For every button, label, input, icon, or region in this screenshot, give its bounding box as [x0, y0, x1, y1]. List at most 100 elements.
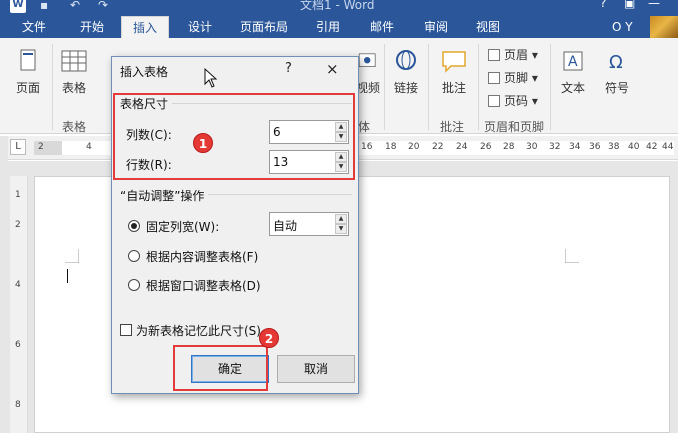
- ruler-tick: 2: [38, 142, 44, 152]
- autofit-content-label: 根据内容调整表格(F): [146, 250, 259, 264]
- ruler-tick: 26: [480, 142, 492, 152]
- fixed-width-radio[interactable]: [128, 220, 140, 232]
- text-label: 文本: [560, 81, 585, 95]
- ruler-tick: 18: [385, 142, 397, 152]
- footer-icon: [488, 72, 500, 84]
- pagenum-label: 页码: [504, 94, 529, 108]
- ruler-tick: 28: [503, 142, 515, 152]
- group-separator: [428, 44, 429, 130]
- ruler-tick: 22: [432, 142, 444, 152]
- ruler-tick: 24: [456, 142, 468, 152]
- vertical-ruler[interactable]: 1 2 4 6 8: [10, 176, 28, 433]
- hf-group-label: 页眉和页脚: [484, 120, 545, 134]
- avatar[interactable]: [650, 16, 678, 38]
- tab-layout[interactable]: 页面布局: [232, 16, 296, 38]
- fixed-width-label: 固定列宽(W):: [146, 220, 220, 234]
- tab-selector[interactable]: L: [10, 139, 26, 155]
- ruler-tick: 42: [646, 142, 658, 152]
- header-button[interactable]: 页眉 ▾: [488, 46, 538, 63]
- ruler-tick: 40: [628, 142, 640, 152]
- vruler-tick: 6: [15, 340, 21, 350]
- autofit-heading: “自动调整”操作: [120, 187, 209, 204]
- redo-icon[interactable]: ↷: [98, 0, 108, 12]
- dialog-close-button[interactable]: ×: [326, 60, 339, 78]
- dialog-help-button[interactable]: ?: [285, 61, 292, 76]
- ruler-tick: 36: [589, 142, 601, 152]
- media-group-label: 体: [358, 120, 371, 134]
- link-button[interactable]: 链接: [390, 48, 422, 96]
- user-name[interactable]: O Y: [612, 16, 633, 38]
- fixed-width-input[interactable]: 自动 ▲ ▼: [269, 212, 349, 236]
- ruler-tick: 30: [526, 142, 538, 152]
- dialog-title: 插入表格: [120, 65, 169, 79]
- pagenum-icon: [488, 95, 500, 107]
- window-title: 文档1 - Word: [300, 0, 375, 12]
- footer-label: 页脚: [504, 71, 529, 85]
- width-up-icon[interactable]: ▲: [335, 214, 347, 224]
- undo-icon[interactable]: ↶: [70, 0, 80, 12]
- autofit-window-label: 根据窗口调整表格(D): [146, 279, 261, 293]
- tab-review[interactable]: 审阅: [412, 16, 460, 38]
- symbol-label: 符号: [604, 81, 629, 95]
- ruler-tick: 20: [408, 142, 420, 152]
- margin-corner-mark: [65, 249, 79, 263]
- highlight-box-ok: [173, 345, 268, 391]
- ruler-tick: 4: [86, 142, 92, 152]
- group-separator: [52, 44, 53, 130]
- tab-mailings[interactable]: 邮件: [358, 16, 406, 38]
- comment-group-label: 批注: [440, 120, 465, 134]
- text-caret: [67, 269, 68, 283]
- table-group-label: 表格: [62, 120, 87, 134]
- step-badge-1: 1: [193, 133, 213, 153]
- video-button[interactable]: 视频: [356, 48, 380, 96]
- video-icon: [358, 53, 376, 67]
- word-app-icon: W: [10, 0, 26, 13]
- ruler-tick: 32: [549, 142, 561, 152]
- highlight-box-size: [113, 93, 355, 180]
- autofit-content-radio[interactable]: [128, 250, 140, 262]
- tab-home[interactable]: 开始: [68, 16, 116, 38]
- save-icon[interactable]: ▪: [40, 0, 48, 12]
- link-label: 链接: [393, 81, 418, 95]
- vruler-tick: 8: [15, 400, 21, 410]
- ruler-tick: 44: [662, 142, 674, 152]
- footer-button[interactable]: 页脚 ▾: [488, 69, 538, 86]
- tab-insert[interactable]: 插入: [121, 16, 169, 38]
- width-down-icon[interactable]: ▼: [335, 224, 347, 234]
- remember-size-checkbox[interactable]: [120, 324, 132, 336]
- tab-view[interactable]: 视图: [464, 16, 512, 38]
- ruler-tick: 38: [608, 142, 620, 152]
- pagenum-button[interactable]: 页码 ▾: [488, 92, 538, 109]
- page-icon: [20, 49, 36, 71]
- comment-button[interactable]: 批注: [436, 48, 472, 96]
- cancel-button[interactable]: 取消: [277, 355, 355, 383]
- header-icon: [488, 49, 500, 61]
- group-separator: [384, 44, 385, 130]
- table-icon: [61, 50, 87, 72]
- autofit-window-radio[interactable]: [128, 279, 140, 291]
- mouse-cursor-icon: [204, 68, 218, 88]
- table-label: 表格: [61, 81, 86, 95]
- step-badge-2: 2: [259, 328, 279, 348]
- ruler-tick: 34: [569, 142, 581, 152]
- ribbon-display-icon[interactable]: ▣: [624, 0, 635, 10]
- video-label: 视频: [356, 81, 381, 95]
- help-icon[interactable]: ?: [600, 0, 606, 10]
- page-button[interactable]: 页面: [12, 48, 44, 96]
- group-separator: [550, 44, 551, 130]
- group-separator: [478, 44, 479, 130]
- omega-icon: Ω: [609, 52, 623, 73]
- title-bar: W ▪ ↶ ↷ 文档1 - Word ? ▣ —: [0, 0, 678, 16]
- tab-design[interactable]: 设计: [176, 16, 224, 38]
- symbol-button[interactable]: Ω 符号: [600, 48, 634, 96]
- svg-text:Ω: Ω: [609, 52, 623, 73]
- page-label: 页面: [15, 81, 40, 95]
- tab-references[interactable]: 引用: [304, 16, 352, 38]
- comment-label: 批注: [441, 81, 466, 95]
- table-button[interactable]: 表格: [58, 48, 90, 96]
- minimize-icon[interactable]: —: [648, 0, 660, 10]
- comment-icon: [442, 51, 466, 73]
- tab-file[interactable]: 文件: [10, 16, 58, 38]
- text-button[interactable]: A 文本: [556, 48, 590, 96]
- remember-size-label: 为新表格记忆此尺寸(S): [136, 324, 261, 338]
